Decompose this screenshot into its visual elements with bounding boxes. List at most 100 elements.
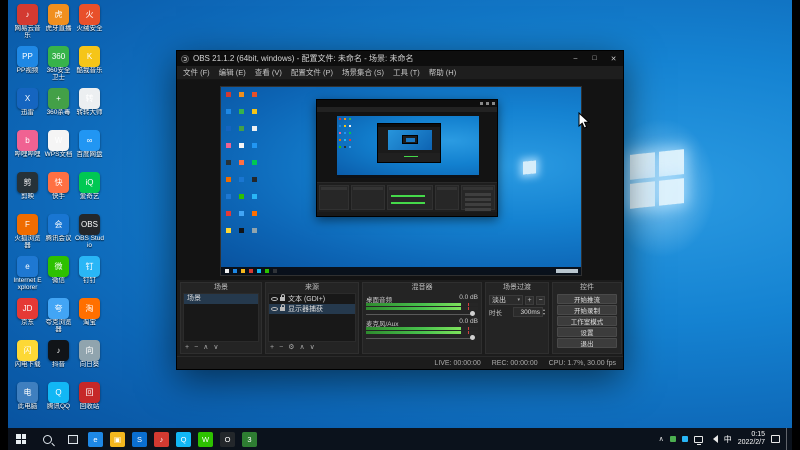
desktop-icon[interactable]: W WPS文档 (43, 130, 74, 172)
desktop-icon[interactable]: 淘 淘宝 (74, 298, 105, 340)
controls-dock: 控件 开始推流 开始录制 工作室模式 设置 退出 (552, 282, 622, 354)
desktop-icon[interactable]: 会 腾讯会议 (43, 214, 74, 256)
source-item[interactable]: 文本 (GDI+) (269, 294, 355, 304)
taskbar-app-icon[interactable]: Q (176, 431, 191, 447)
control-button[interactable]: 开始录制 (557, 305, 617, 315)
desktop-icon[interactable]: 向 向日葵 (74, 340, 105, 382)
minimize-button[interactable]: – (566, 51, 585, 66)
duration-spinner[interactable]: 300ms ▴ ▾ (512, 307, 545, 317)
menu-item[interactable]: 文件 (F) (183, 67, 210, 78)
menu-item[interactable]: 场景集合 (S) (342, 67, 384, 78)
task-view-button[interactable] (60, 428, 86, 450)
desktop-icon[interactable]: JD 京东 (12, 298, 43, 340)
desktop-icon[interactable]: + 360杀毒 (43, 88, 74, 130)
tray-app-icon[interactable] (669, 436, 676, 442)
desktop-icon-label: 百度网盘 (76, 151, 103, 158)
task-view-icon (68, 434, 78, 444)
desktop-icon[interactable]: b 哔哩哔哩 (12, 130, 43, 172)
desktop-icon[interactable]: ♪ 抖音 (43, 340, 74, 382)
taskbar-app-icon[interactable]: 3 (242, 431, 257, 447)
desktop-icon[interactable]: Q 腾讯QQ (43, 382, 74, 424)
taskbar-app-icon[interactable]: ▣ (110, 431, 125, 447)
menu-item[interactable]: 工具 (T) (393, 67, 420, 78)
spinner-arrows[interactable]: ▴ ▾ (543, 308, 545, 316)
control-button[interactable]: 开始推流 (557, 294, 617, 304)
desktop-icon[interactable]: 快 快手 (43, 172, 74, 214)
scenes-toolbar-button[interactable]: ∧ (203, 344, 208, 351)
desktop-icon[interactable]: ♪ 网易云音乐 (12, 4, 43, 46)
sources-toolbar-button[interactable]: + (270, 344, 274, 351)
scenes-toolbar-button[interactable]: − (194, 344, 198, 351)
volume-slider-knob[interactable] (470, 335, 475, 340)
desktop-icon[interactable]: 微 微信 (43, 256, 74, 298)
scenes-toolbar-button[interactable]: + (185, 344, 189, 351)
desktop-icon[interactable]: 虎 虎牙直播 (43, 4, 74, 46)
captured-obs-level3 (377, 123, 441, 163)
tray-app-icon[interactable] (681, 436, 688, 442)
menu-item[interactable]: 编辑 (E) (219, 67, 246, 78)
desktop-icon[interactable]: F 火狐浏览器 (12, 214, 43, 256)
desktop-icon-label: 钉钉 (83, 277, 96, 284)
action-center-icon[interactable] (771, 435, 780, 443)
desktop-icon[interactable]: ∞ 百度网盘 (74, 130, 105, 172)
sources-toolbar-button[interactable]: ⚙ (288, 344, 294, 351)
duration-value[interactable]: 300ms (512, 307, 543, 317)
desktop-icon[interactable]: e Internet Explorer (12, 256, 43, 298)
desktop-icon[interactable]: 剪 剪映 (12, 172, 43, 214)
scenes-toolbar-button[interactable]: ∨ (213, 344, 218, 351)
scene-item[interactable]: 场景 (184, 294, 258, 304)
desktop-icon[interactable]: 夸 夸克浏览器 (43, 298, 74, 340)
taskbar-app-icon[interactable]: S (132, 431, 147, 447)
control-button[interactable]: 设置 (557, 327, 617, 337)
sources-toolbar-button[interactable]: − (279, 344, 283, 351)
desktop-icon[interactable]: 360 360安全卫士 (43, 46, 74, 88)
desktop-icon[interactable]: 火 火绒安全 (74, 4, 105, 46)
volume-slider-knob[interactable] (470, 311, 475, 316)
show-desktop-button[interactable] (786, 428, 790, 450)
desktop-icon[interactable]: OBS OBS Studio (74, 214, 105, 256)
desktop-icon[interactable]: 转 转转大师 (74, 88, 105, 130)
taskbar-app-icon[interactable]: e (88, 431, 103, 447)
add-transition-button[interactable]: + (525, 295, 534, 305)
lock-icon[interactable] (280, 294, 285, 301)
volume-slider[interactable] (366, 310, 478, 318)
sources-toolbar-button[interactable]: ∨ (310, 344, 315, 351)
taskbar-app-icon[interactable]: O (220, 431, 235, 447)
desktop-icon[interactable]: 钉 钉钉 (74, 256, 105, 298)
menu-item[interactable]: 查看 (V) (255, 67, 282, 78)
transition-dropdown[interactable]: 淡出 ▾ (489, 295, 523, 305)
taskbar-clock[interactable]: 0:15 2022/2/7 (738, 431, 765, 447)
lock-icon[interactable] (280, 304, 285, 311)
preview-area[interactable] (177, 80, 623, 280)
visibility-eye-icon[interactable] (271, 307, 278, 311)
volume-icon[interactable] (709, 435, 718, 443)
menu-item[interactable]: 帮助 (H) (429, 67, 457, 78)
spinner-down-icon[interactable]: ▾ (543, 312, 545, 316)
desktop-icon[interactable]: 回 回收站 (74, 382, 105, 424)
close-button[interactable]: ✕ (604, 51, 623, 66)
maximize-button[interactable]: □ (585, 51, 604, 66)
tray-expand-chevron-icon[interactable]: ∧ (659, 435, 664, 443)
desktop-icon[interactable]: 闪 闪电下载 (12, 340, 43, 382)
control-button[interactable]: 退出 (557, 338, 617, 348)
desktop-icon[interactable]: iQ 爱奇艺 (74, 172, 105, 214)
search-button[interactable] (34, 428, 60, 450)
start-button[interactable] (8, 428, 34, 450)
search-icon (42, 434, 52, 444)
sources-toolbar-button[interactable]: ∧ (299, 344, 304, 351)
control-button[interactable]: 工作室模式 (557, 316, 617, 326)
desktop-icon[interactable]: 电 此电脑 (12, 382, 43, 424)
remove-transition-button[interactable]: − (536, 295, 545, 305)
desktop-icon[interactable]: K 酷我音乐 (74, 46, 105, 88)
taskbar-app-icon[interactable]: ♪ (154, 431, 169, 447)
obs-titlebar[interactable]: OBS 21.1.2 (64bit, windows) - 配置文件: 未命名 … (177, 51, 623, 66)
visibility-eye-icon[interactable] (271, 297, 278, 301)
volume-slider[interactable] (366, 334, 478, 342)
network-icon[interactable] (693, 435, 703, 445)
ime-indicator[interactable]: 中 (724, 434, 732, 445)
desktop-icon[interactable]: PP PP视频 (12, 46, 43, 88)
menu-item[interactable]: 配置文件 (P) (291, 67, 333, 78)
source-item[interactable]: 显示器捕获 (269, 304, 355, 314)
desktop-icon[interactable]: X 迅雷 (12, 88, 43, 130)
taskbar-app-icon[interactable]: W (198, 431, 213, 447)
